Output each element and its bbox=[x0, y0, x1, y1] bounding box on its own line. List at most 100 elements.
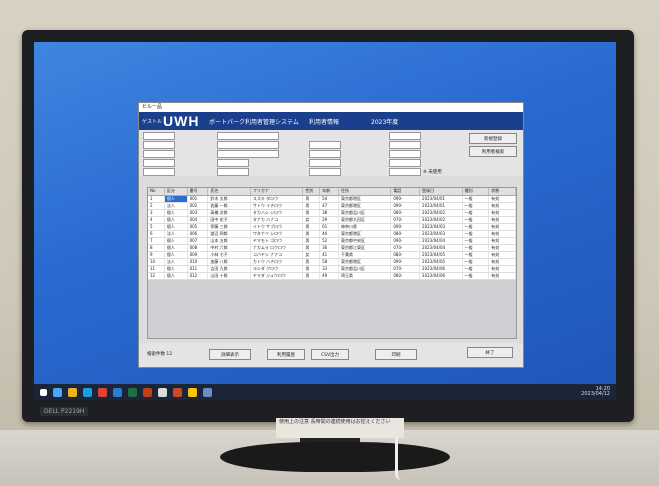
form-field[interactable] bbox=[143, 168, 175, 176]
table-row[interactable]: 1 個人 001 鈴木 太郎 スズキ タロウ男 54 東京都港区 090- 2023/04/01… bbox=[148, 196, 516, 203]
table-cell: 一般 bbox=[463, 210, 490, 216]
table-cell: 有効 bbox=[489, 210, 516, 216]
form-field[interactable] bbox=[217, 168, 249, 176]
outlook-icon[interactable] bbox=[113, 387, 122, 397]
table-cell: 7 bbox=[148, 238, 165, 244]
folder-icon[interactable] bbox=[68, 387, 77, 397]
table-row[interactable]: 6 法人 006 渡辺 四郎 ワタナベ シロウ男 44 東京都港区 080- 2023/04/0… bbox=[148, 231, 516, 238]
table-row[interactable]: 10 法人 010 加藤 八郎 カトウ ハチロウ男 58 東京都港区 090- 2023/04/… bbox=[148, 259, 516, 266]
history-button[interactable]: 利用履歴 bbox=[267, 349, 305, 360]
table-cell: 070- bbox=[391, 245, 421, 251]
table-cell: 有効 bbox=[489, 224, 516, 230]
table-cell: 33 bbox=[320, 266, 339, 272]
table-row[interactable]: 4 個人 004 田中 花子 タナカ ハナコ女 29 東京都大田区 070- 2023/04/0… bbox=[148, 217, 516, 224]
table-cell: 有効 bbox=[489, 273, 516, 279]
form-field[interactable] bbox=[389, 141, 421, 149]
form-field[interactable] bbox=[217, 132, 279, 140]
form-field[interactable] bbox=[389, 132, 421, 140]
form-field[interactable] bbox=[217, 150, 279, 158]
table-cell: 東京都港区 bbox=[339, 259, 392, 265]
screen-mode: 利用者情報 bbox=[309, 119, 340, 126]
table-cell: 一般 bbox=[463, 266, 490, 272]
form-field[interactable]: ※ 未使用 bbox=[389, 168, 442, 176]
form-field[interactable] bbox=[389, 150, 421, 158]
grid-column-header[interactable]: 区分 bbox=[165, 188, 188, 195]
system-tray-clock[interactable]: 14:20 2023/04/12 bbox=[581, 387, 610, 397]
grid-column-header[interactable]: 種別 bbox=[463, 188, 490, 195]
table-cell: 男 bbox=[303, 231, 321, 237]
table-cell: ヤマダ ジュウロウ bbox=[251, 273, 304, 279]
grid-column-header[interactable]: 氏名 bbox=[208, 188, 251, 195]
powerpoint-icon[interactable] bbox=[143, 387, 152, 397]
table-row[interactable]: 5 個人 005 伊藤 三郎 イトウ サブロウ男 61 神奈川県 090- 2023/04/03… bbox=[148, 224, 516, 231]
grid-column-header[interactable]: 状態 bbox=[489, 188, 516, 195]
table-cell: 54 bbox=[320, 196, 339, 202]
excel-icon[interactable] bbox=[128, 387, 137, 397]
csv-button[interactable]: CSV出力 bbox=[311, 349, 349, 360]
table-row[interactable]: 12 個人 012 山田 十郎 ヤマダ ジュウロウ男 49 埼玉県 080- 2023/04/0… bbox=[148, 273, 516, 280]
clock-date: 2023/04/12 bbox=[581, 391, 610, 397]
form-field[interactable] bbox=[309, 159, 341, 167]
app-icon[interactable] bbox=[158, 387, 167, 397]
app-icon[interactable] bbox=[173, 387, 182, 397]
table-cell: 2023/04/04 bbox=[420, 245, 463, 251]
form-field[interactable] bbox=[143, 141, 175, 149]
table-cell: 007 bbox=[188, 238, 209, 244]
form-field[interactable] bbox=[143, 159, 175, 167]
edge-icon[interactable] bbox=[83, 387, 92, 397]
table-cell: ヨシダ クロウ bbox=[251, 266, 304, 272]
table-cell: 有効 bbox=[489, 252, 516, 258]
table-cell: 一般 bbox=[463, 238, 490, 244]
table-cell: 070- bbox=[391, 217, 421, 223]
table-row[interactable]: 2 法人 002 佐藤 一郎 サトウ イチロウ男 47 東京都港区 090- 2023/04/0… bbox=[148, 203, 516, 210]
table-cell: ヤマモト ゴロウ bbox=[251, 238, 304, 244]
grid-column-header[interactable]: No bbox=[148, 188, 165, 195]
app-icon[interactable] bbox=[188, 387, 197, 397]
table-cell: タナカ ハナコ bbox=[251, 217, 304, 223]
chrome-icon[interactable] bbox=[98, 387, 107, 397]
table-cell: 小林 七子 bbox=[208, 252, 251, 258]
form-field[interactable] bbox=[309, 168, 341, 176]
table-cell: 001 bbox=[188, 196, 209, 202]
table-row[interactable]: 8 個人 008 中村 六郎 ナカムラ ロクロウ男 36 東京都江東区 070- 2023/04… bbox=[148, 245, 516, 252]
form-field[interactable] bbox=[309, 141, 341, 149]
table-row[interactable]: 7 個人 007 山本 五郎 ヤマモト ゴロウ男 52 東京都中央区 090- 2023/04/… bbox=[148, 238, 516, 245]
new-register-button[interactable]: 新規登録 bbox=[469, 133, 517, 144]
grid-column-header[interactable]: 番号 bbox=[188, 188, 209, 195]
form-field[interactable] bbox=[389, 159, 421, 167]
form-field[interactable] bbox=[143, 150, 175, 158]
table-cell: 有効 bbox=[489, 238, 516, 244]
start-icon[interactable] bbox=[40, 388, 47, 396]
grid-column-header[interactable]: フリガナ bbox=[251, 188, 304, 195]
grid-column-header[interactable]: 登録日 bbox=[420, 188, 463, 195]
search-icon[interactable] bbox=[53, 387, 62, 397]
exit-button[interactable]: 終了 bbox=[467, 347, 513, 358]
table-cell: 005 bbox=[188, 224, 209, 230]
search-button[interactable]: 利用者検索 bbox=[469, 146, 517, 157]
detail-button[interactable]: 詳細表示 bbox=[209, 349, 251, 360]
grid-column-header[interactable]: 電話 bbox=[391, 188, 421, 195]
table-cell: 090- bbox=[391, 238, 421, 244]
table-cell: カトウ ハチロウ bbox=[251, 259, 304, 265]
table-cell: 2 bbox=[148, 203, 165, 209]
form-field[interactable] bbox=[143, 132, 175, 140]
table-cell: 中村 六郎 bbox=[208, 245, 251, 251]
monitor-stand-base bbox=[220, 442, 450, 472]
form-field[interactable] bbox=[217, 159, 249, 167]
table-cell: 東京都大田区 bbox=[339, 217, 392, 223]
grid-column-header[interactable]: 住所 bbox=[339, 188, 392, 195]
footer-bar: 検索件数 12 詳細表示 利用履歴 CSV出力 印刷 終了 bbox=[139, 343, 523, 367]
table-cell: 2023/04/06 bbox=[420, 266, 463, 272]
grid-column-header[interactable]: 性別 bbox=[303, 188, 321, 195]
app-icon[interactable] bbox=[203, 387, 212, 397]
grid-column-header[interactable]: 年齢 bbox=[320, 188, 339, 195]
table-row[interactable]: 3 個人 003 高橋 次郎 タカハシ ジロウ男 38 東京都品川区 080- 2023/04/… bbox=[148, 210, 516, 217]
table-row[interactable]: 11 個人 011 吉田 九郎 ヨシダ クロウ男 33 東京都品川区 070- 2023/04/… bbox=[148, 266, 516, 273]
table-row[interactable]: 9 個人 009 小林 七子 コバヤシ ナナコ女 41 千葉県 080- 2023/04/05 一… bbox=[148, 252, 516, 259]
table-cell: 080- bbox=[391, 210, 421, 216]
form-field[interactable] bbox=[309, 150, 341, 158]
form-field[interactable] bbox=[217, 141, 279, 149]
window-titlebar[interactable]: ビルー品 bbox=[139, 103, 523, 112]
print-button[interactable]: 印刷 bbox=[375, 349, 417, 360]
table-cell: 一般 bbox=[463, 224, 490, 230]
